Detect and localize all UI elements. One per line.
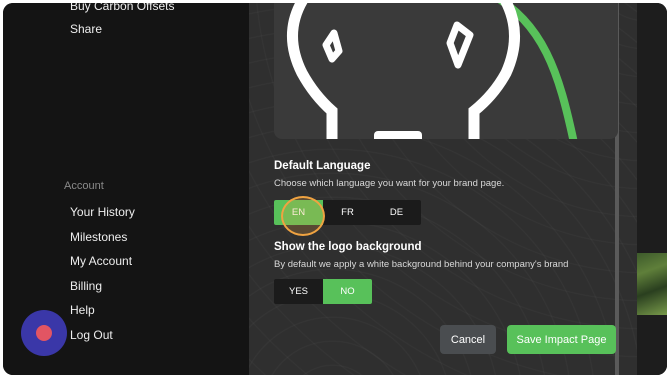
sidebar-item-share[interactable]: Share: [70, 22, 102, 36]
default-language-heading: Default Language: [274, 160, 371, 172]
logo-background-description: By default we apply a white background b…: [274, 259, 569, 270]
language-option-fr[interactable]: FR: [323, 200, 372, 225]
sidebar-item-buy-carbon-offsets[interactable]: Buy Carbon Offsets: [70, 3, 175, 13]
sidebar-item-billing[interactable]: Billing: [70, 279, 102, 293]
logo-background-toggle: YES NO: [274, 279, 372, 304]
logo-background-heading: Show the logo background: [274, 241, 422, 253]
sidebar-item-help[interactable]: Help: [70, 303, 95, 317]
right-panel-strip: [637, 3, 667, 375]
logo-background-option-no[interactable]: NO: [323, 279, 372, 304]
save-impact-page-button[interactable]: Save Impact Page: [507, 325, 616, 354]
sidebar-item-milestones[interactable]: Milestones: [70, 230, 127, 244]
record-dot-icon: [36, 325, 52, 341]
sidebar-heading-account: Account: [64, 180, 104, 192]
brand-logo-icon: [287, 3, 578, 139]
sidebar-item-my-account[interactable]: My Account: [70, 254, 132, 268]
app-window: Buy Carbon Offsets Share Account Your Hi…: [3, 3, 667, 375]
thumbnail-image: [637, 253, 667, 315]
sidebar-item-your-history[interactable]: Your History: [70, 205, 135, 219]
language-option-de[interactable]: DE: [372, 200, 421, 225]
help-chat-button[interactable]: [21, 310, 67, 356]
cancel-button[interactable]: Cancel: [440, 325, 496, 354]
default-language-description: Choose which language you want for your …: [274, 178, 505, 189]
logo-background-option-yes[interactable]: YES: [274, 279, 323, 304]
sidebar-item-log-out[interactable]: Log Out: [70, 328, 113, 342]
logo-preview: [274, 3, 618, 139]
click-highlight: [281, 196, 325, 236]
